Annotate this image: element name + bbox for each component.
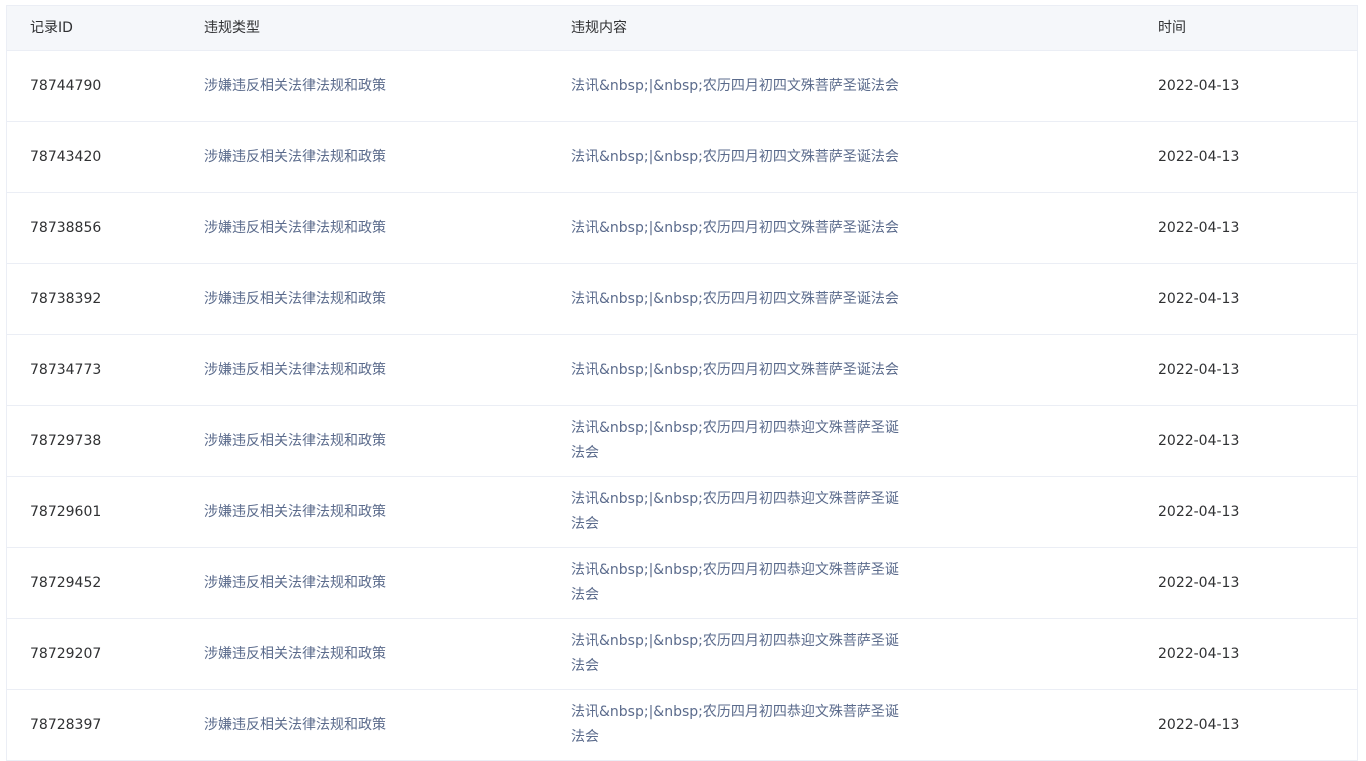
table-row: 78743420 涉嫌违反相关法律法规和政策 法讯&nbsp;|&nbsp;农历…: [7, 122, 1357, 193]
violation-type-link[interactable]: 涉嫌违反相关法律法规和政策: [204, 78, 386, 94]
table-row: 78744790 涉嫌违反相关法律法规和政策 法讯&nbsp;|&nbsp;农历…: [7, 51, 1357, 122]
record-id: 78744790: [30, 77, 102, 94]
record-time: 2022-04-13: [1158, 432, 1240, 449]
violation-type-link[interactable]: 涉嫌违反相关法律法规和政策: [204, 291, 386, 307]
table-row: 78734773 涉嫌违反相关法律法规和政策 法讯&nbsp;|&nbsp;农历…: [7, 335, 1357, 406]
violation-content-link[interactable]: 法讯&nbsp;|&nbsp;农历四月初四文殊菩萨圣诞法会: [571, 216, 911, 241]
record-time: 2022-04-13: [1158, 290, 1240, 307]
violation-type-link[interactable]: 涉嫌违反相关法律法规和政策: [204, 646, 386, 662]
column-header-time: 时间: [1158, 19, 1186, 36]
record-time: 2022-04-13: [1158, 148, 1240, 165]
table-row: 78729452 涉嫌违反相关法律法规和政策 法讯&nbsp;|&nbsp;农历…: [7, 548, 1357, 619]
table-header-row: 记录ID 违规类型 违规内容 时间: [7, 6, 1357, 51]
violation-type-link[interactable]: 涉嫌违反相关法律法规和政策: [204, 149, 386, 165]
record-id: 78729207: [30, 645, 102, 662]
violation-content-link[interactable]: 法讯&nbsp;|&nbsp;农历四月初四恭迎文殊菩萨圣诞法会: [571, 558, 911, 608]
violation-content-link[interactable]: 法讯&nbsp;|&nbsp;农历四月初四恭迎文殊菩萨圣诞法会: [571, 416, 911, 466]
record-id: 78729452: [30, 574, 102, 591]
violation-type-link[interactable]: 涉嫌违反相关法律法规和政策: [204, 504, 386, 520]
record-time: 2022-04-13: [1158, 361, 1240, 378]
table-row: 78729601 涉嫌违反相关法律法规和政策 法讯&nbsp;|&nbsp;农历…: [7, 477, 1357, 548]
record-id: 78738856: [30, 219, 102, 236]
column-header-id: 记录ID: [30, 19, 73, 36]
record-time: 2022-04-13: [1158, 503, 1240, 520]
record-id: 78729601: [30, 503, 102, 520]
record-id: 78734773: [30, 361, 102, 378]
table-row: 78729738 涉嫌违反相关法律法规和政策 法讯&nbsp;|&nbsp;农历…: [7, 406, 1357, 477]
record-time: 2022-04-13: [1158, 574, 1240, 591]
violation-content-link[interactable]: 法讯&nbsp;|&nbsp;农历四月初四文殊菩萨圣诞法会: [571, 74, 911, 99]
violation-type-link[interactable]: 涉嫌违反相关法律法规和政策: [204, 575, 386, 591]
violation-content-link[interactable]: 法讯&nbsp;|&nbsp;农历四月初四恭迎文殊菩萨圣诞法会: [571, 487, 911, 537]
violation-records-table: 记录ID 违规类型 违规内容 时间 78744790 涉嫌违反相关法律法规和政策…: [6, 5, 1358, 761]
violation-content-link[interactable]: 法讯&nbsp;|&nbsp;农历四月初四恭迎文殊菩萨圣诞法会: [571, 700, 911, 750]
record-time: 2022-04-13: [1158, 645, 1240, 662]
record-time: 2022-04-13: [1158, 219, 1240, 236]
table-row: 78729207 涉嫌违反相关法律法规和政策 法讯&nbsp;|&nbsp;农历…: [7, 619, 1357, 690]
violation-type-link[interactable]: 涉嫌违反相关法律法规和政策: [204, 433, 386, 449]
column-header-type: 违规类型: [204, 19, 260, 36]
record-id: 78738392: [30, 290, 102, 307]
violation-content-link[interactable]: 法讯&nbsp;|&nbsp;农历四月初四恭迎文殊菩萨圣诞法会: [571, 629, 911, 679]
record-time: 2022-04-13: [1158, 77, 1240, 94]
violation-content-link[interactable]: 法讯&nbsp;|&nbsp;农历四月初四文殊菩萨圣诞法会: [571, 358, 911, 383]
violation-content-link[interactable]: 法讯&nbsp;|&nbsp;农历四月初四文殊菩萨圣诞法会: [571, 287, 911, 312]
violation-type-link[interactable]: 涉嫌违反相关法律法规和政策: [204, 362, 386, 378]
record-time: 2022-04-13: [1158, 716, 1240, 733]
violation-type-link[interactable]: 涉嫌违反相关法律法规和政策: [204, 717, 386, 733]
table-row: 78738392 涉嫌违反相关法律法规和政策 法讯&nbsp;|&nbsp;农历…: [7, 264, 1357, 335]
violation-type-link[interactable]: 涉嫌违反相关法律法规和政策: [204, 220, 386, 236]
table-row: 78738856 涉嫌违反相关法律法规和政策 法讯&nbsp;|&nbsp;农历…: [7, 193, 1357, 264]
record-id: 78743420: [30, 148, 102, 165]
column-header-content: 违规内容: [571, 19, 627, 36]
record-id: 78728397: [30, 716, 102, 733]
table-row: 78728397 涉嫌违反相关法律法规和政策 法讯&nbsp;|&nbsp;农历…: [7, 690, 1357, 761]
violation-content-link[interactable]: 法讯&nbsp;|&nbsp;农历四月初四文殊菩萨圣诞法会: [571, 145, 911, 170]
record-id: 78729738: [30, 432, 102, 449]
